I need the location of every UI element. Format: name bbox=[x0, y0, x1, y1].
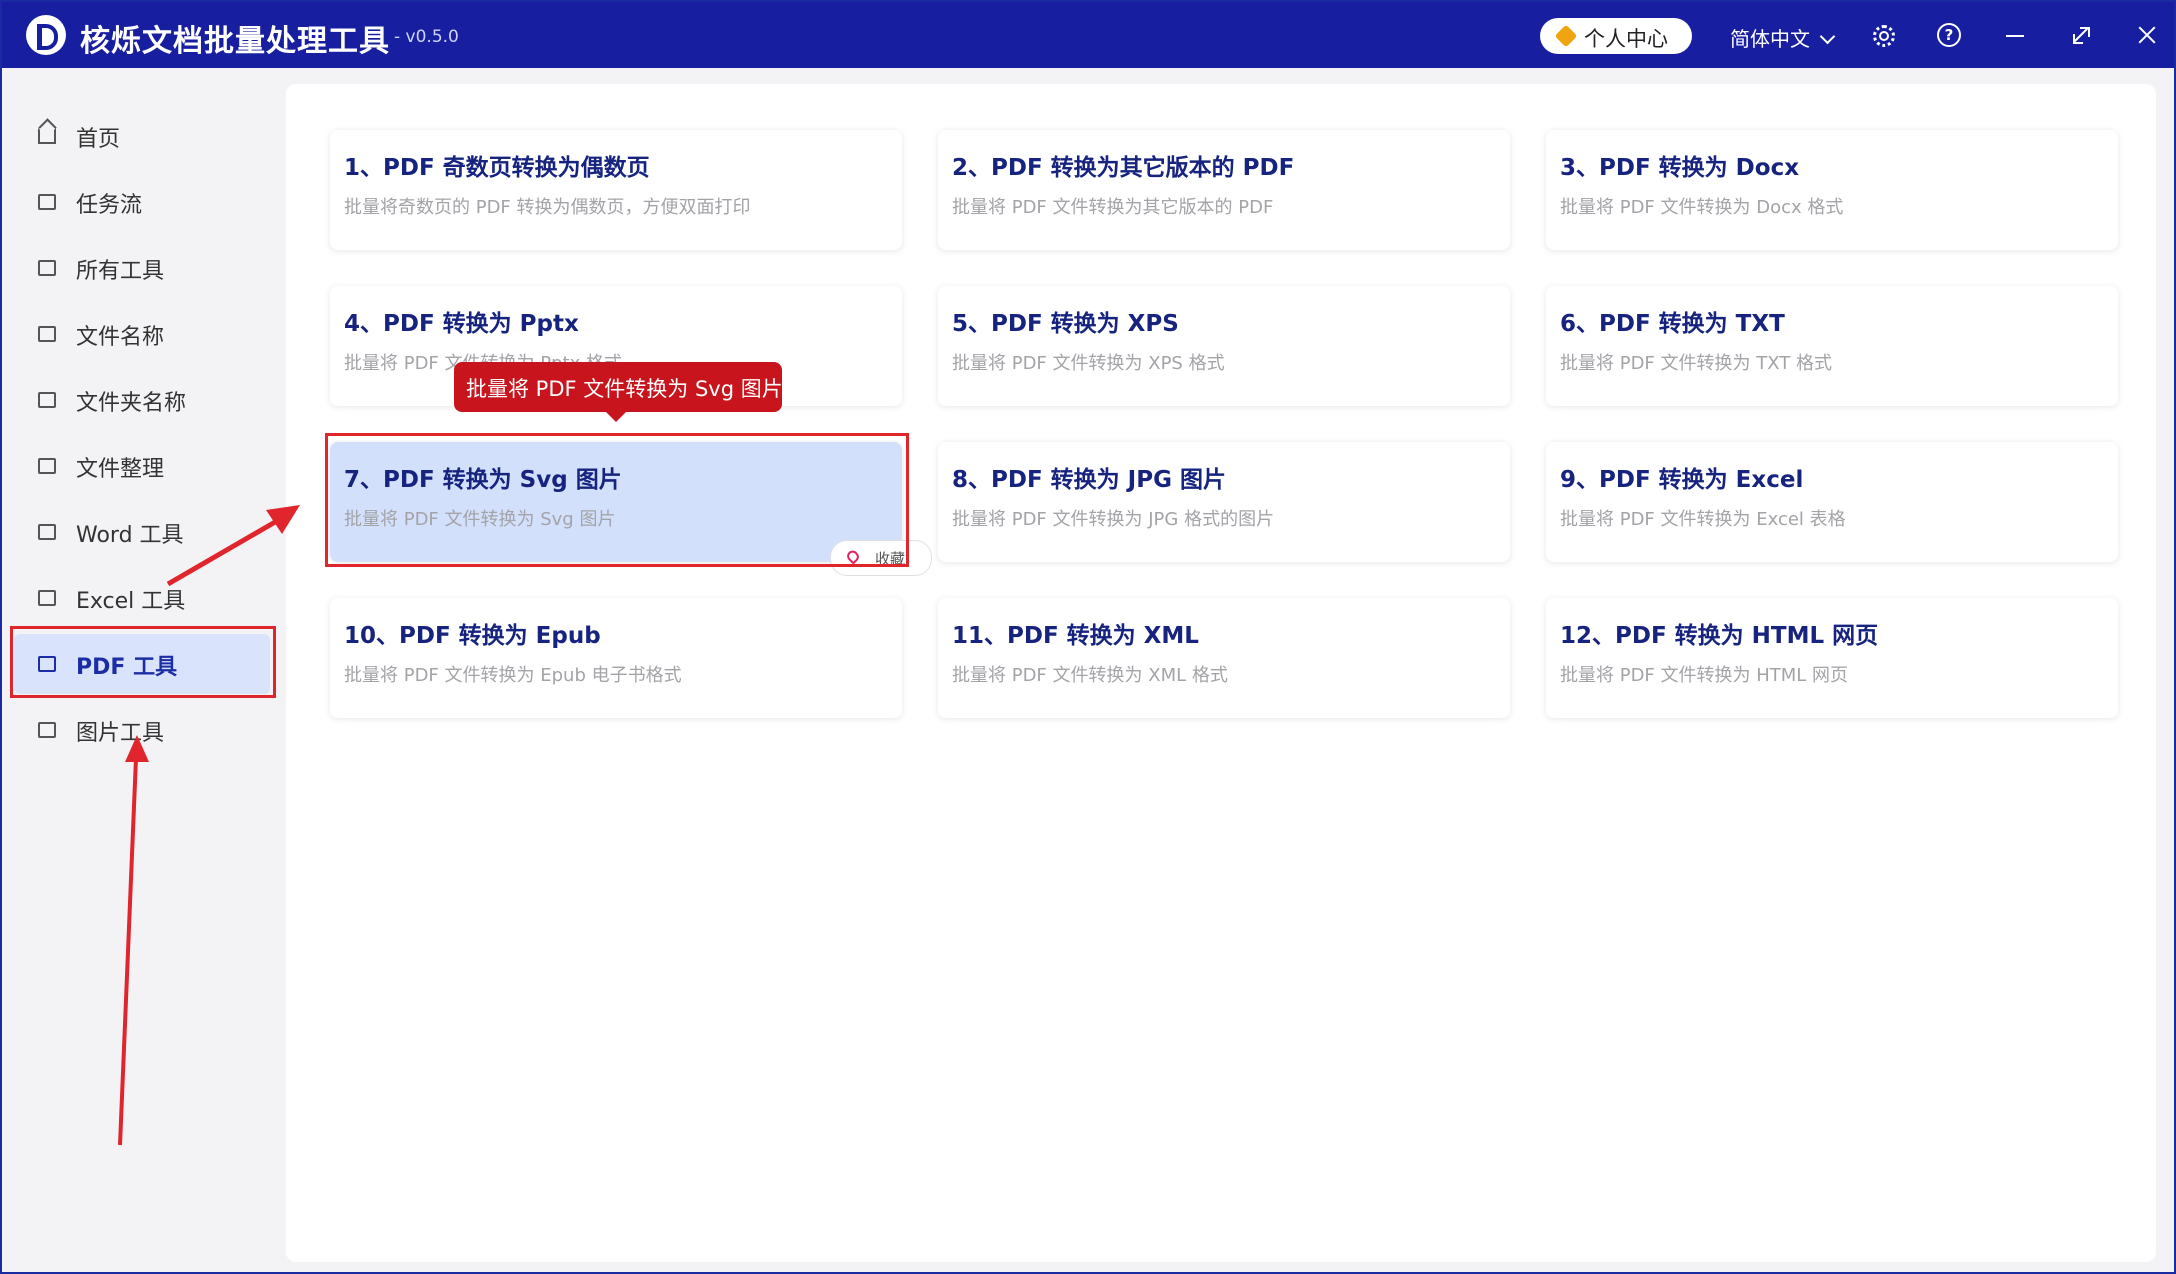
language-label: 简体中文 bbox=[1730, 27, 1810, 51]
folder-icon bbox=[38, 392, 56, 408]
user-center-label: 个人中心 bbox=[1584, 27, 1668, 51]
tool-card-title: 9、PDF 转换为 Excel bbox=[1560, 467, 1804, 493]
monitor-icon bbox=[38, 260, 56, 276]
user-center-button[interactable]: 个人中心 bbox=[1540, 18, 1692, 54]
tool-card-desc: 批量将 PDF 文件转换为 XPS 格式 bbox=[952, 353, 1225, 374]
app-window: 核烁文档批量处理工具 - v0.5.0 个人中心 简体中文 ? 首页 任务流 所… bbox=[0, 0, 2176, 1274]
organize-icon bbox=[38, 458, 56, 474]
tool-card-desc: 批量将奇数页的 PDF 转换为偶数页，方便双面打印 bbox=[344, 197, 751, 218]
close-icon[interactable] bbox=[2134, 22, 2160, 48]
sidebar-item-workflow[interactable]: 任务流 bbox=[14, 172, 270, 232]
sidebar-item-label: 文件名称 bbox=[76, 325, 165, 350]
gear-icon[interactable] bbox=[1870, 22, 1896, 48]
sidebar-item-label: 文件整理 bbox=[76, 457, 165, 482]
tooltip: 批量将 PDF 文件转换为 Svg 图片 bbox=[454, 362, 783, 422]
tool-card-title: 3、PDF 转换为 Docx bbox=[1560, 155, 1800, 181]
word-icon bbox=[38, 524, 56, 540]
tooltip-text: 批量将 PDF 文件转换为 Svg 图片 bbox=[466, 377, 783, 401]
tool-card-title: 2、PDF 转换为其它版本的 PDF bbox=[952, 155, 1295, 181]
sidebar-item-file-name[interactable]: 文件名称 bbox=[14, 304, 270, 364]
tool-card-desc: 批量将 PDF 文件转换为 TXT 格式 bbox=[1560, 353, 1832, 374]
sidebar-item-label: Word 工具 bbox=[76, 523, 184, 548]
tool-card[interactable]: 8、PDF 转换为 JPG 图片 批量将 PDF 文件转换为 JPG 格式的图片 bbox=[938, 442, 1510, 562]
language-selector[interactable]: 简体中文 bbox=[1730, 23, 1836, 52]
home-icon bbox=[38, 128, 56, 144]
sidebar-item-all-tools[interactable]: 所有工具 bbox=[14, 238, 270, 298]
sidebar-item-label: 任务流 bbox=[76, 193, 143, 218]
tool-card[interactable]: 6、PDF 转换为 TXT 批量将 PDF 文件转换为 TXT 格式 bbox=[1546, 286, 2118, 406]
tool-card-title: 1、PDF 奇数页转换为偶数页 bbox=[344, 155, 650, 181]
sidebar-item-image-tools[interactable]: 图片工具 bbox=[14, 700, 270, 760]
image-icon bbox=[38, 722, 56, 738]
tool-card-desc: 批量将 PDF 文件转换为 Epub 电子书格式 bbox=[344, 665, 682, 686]
tool-card[interactable]: 10、PDF 转换为 Epub 批量将 PDF 文件转换为 Epub 电子书格式 bbox=[330, 598, 902, 718]
excel-icon bbox=[38, 590, 56, 606]
tool-card-title: 4、PDF 转换为 Pptx bbox=[344, 311, 579, 337]
sidebar-item-label: 文件夹名称 bbox=[76, 391, 187, 416]
tool-card-title: 12、PDF 转换为 HTML 网页 bbox=[1560, 623, 1879, 649]
sidebar-item-label: Excel 工具 bbox=[76, 589, 186, 614]
file-icon bbox=[38, 326, 56, 342]
tool-card[interactable]: 9、PDF 转换为 Excel 批量将 PDF 文件转换为 Excel 表格 bbox=[1546, 442, 2118, 562]
sidebar-item-label: 首页 bbox=[76, 127, 121, 152]
tool-card[interactable]: 11、PDF 转换为 XML 批量将 PDF 文件转换为 XML 格式 bbox=[938, 598, 1510, 718]
vip-crown-icon bbox=[1554, 24, 1578, 48]
tool-card-title: 5、PDF 转换为 XPS bbox=[952, 311, 1179, 337]
help-icon[interactable]: ? bbox=[1936, 22, 1962, 48]
tool-card[interactable]: 1、PDF 奇数页转换为偶数页 批量将奇数页的 PDF 转换为偶数页，方便双面打… bbox=[330, 130, 902, 250]
app-logo-icon bbox=[26, 15, 66, 55]
app-version: - v0.5.0 bbox=[394, 27, 459, 47]
tool-card-desc: 批量将 PDF 文件转换为 HTML 网页 bbox=[1560, 665, 1849, 686]
tool-card[interactable]: 3、PDF 转换为 Docx 批量将 PDF 文件转换为 Docx 格式 bbox=[1546, 130, 2118, 250]
tool-card-desc: 批量将 PDF 文件转换为 XML 格式 bbox=[952, 665, 1228, 686]
tool-card-desc: 批量将 PDF 文件转换为其它版本的 PDF bbox=[952, 197, 1274, 218]
tool-card[interactable]: 5、PDF 转换为 XPS 批量将 PDF 文件转换为 XPS 格式 bbox=[938, 286, 1510, 406]
tool-card-title: 6、PDF 转换为 TXT bbox=[1560, 311, 1785, 337]
tool-card-desc: 批量将 PDF 文件转换为 Excel 表格 bbox=[1560, 509, 1846, 530]
chevron-down-icon bbox=[1819, 28, 1836, 45]
tools-panel: 1、PDF 奇数页转换为偶数页 批量将奇数页的 PDF 转换为偶数页，方便双面打… bbox=[286, 84, 2156, 1262]
minimize-icon[interactable] bbox=[2002, 22, 2028, 48]
annotation-highlight-sidebar bbox=[10, 626, 276, 698]
tool-card[interactable]: 12、PDF 转换为 HTML 网页 批量将 PDF 文件转换为 HTML 网页 bbox=[1546, 598, 2118, 718]
app-title: 核烁文档批量处理工具 bbox=[80, 24, 390, 59]
workflow-icon bbox=[38, 194, 56, 210]
maximize-icon[interactable] bbox=[2068, 22, 2094, 48]
sidebar-item-word-tools[interactable]: Word 工具 bbox=[14, 502, 270, 562]
tool-card-title: 11、PDF 转换为 XML bbox=[952, 623, 1199, 649]
tool-card-desc: 批量将 PDF 文件转换为 Docx 格式 bbox=[1560, 197, 1844, 218]
tool-card-title: 10、PDF 转换为 Epub bbox=[344, 623, 601, 649]
title-bar: 核烁文档批量处理工具 - v0.5.0 个人中心 简体中文 ? bbox=[2, 2, 2174, 68]
sidebar-item-label: 图片工具 bbox=[76, 721, 165, 746]
tool-card[interactable]: 2、PDF 转换为其它版本的 PDF 批量将 PDF 文件转换为其它版本的 PD… bbox=[938, 130, 1510, 250]
sidebar-item-home[interactable]: 首页 bbox=[14, 106, 270, 166]
annotation-highlight-card bbox=[325, 433, 909, 567]
sidebar-item-excel-tools[interactable]: Excel 工具 bbox=[14, 568, 270, 628]
tool-card-title: 8、PDF 转换为 JPG 图片 bbox=[952, 467, 1226, 493]
sidebar-item-label: 所有工具 bbox=[76, 259, 165, 284]
sidebar-item-folder-name[interactable]: 文件夹名称 bbox=[14, 370, 270, 430]
tool-card-desc: 批量将 PDF 文件转换为 JPG 格式的图片 bbox=[952, 509, 1275, 530]
sidebar-item-file-organize[interactable]: 文件整理 bbox=[14, 436, 270, 496]
